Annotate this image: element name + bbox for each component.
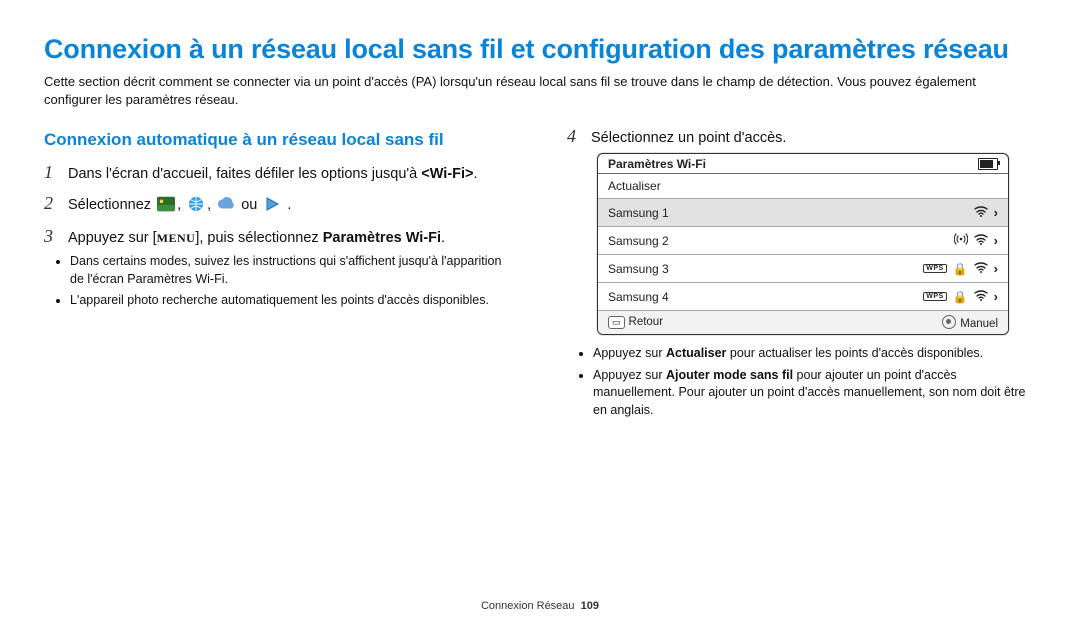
wifi-panel-title: Paramètres Wi-Fi xyxy=(608,157,706,171)
footer-section: Connexion Réseau xyxy=(481,600,575,612)
ok-key-icon xyxy=(942,315,956,329)
list-item: Appuyez sur Ajouter mode sans fil pour a… xyxy=(593,367,1036,420)
wifi-signal-icon xyxy=(974,233,988,248)
step-number: 2 xyxy=(44,193,58,214)
step-1: 1 Dans l'écran d'accueil, faites défiler… xyxy=(44,162,513,183)
wifi-ap-name: Samsung 3 xyxy=(608,262,669,276)
step-2: 2 Sélectionnez , , ou xyxy=(44,193,513,216)
globe-icon xyxy=(187,196,205,216)
play-icon xyxy=(263,196,281,216)
back-key-icon: ▭ xyxy=(608,316,625,329)
step-4: 4 Sélectionnez un point d'accès. Paramèt… xyxy=(567,126,1036,419)
photo-thumbnail-icon xyxy=(157,196,175,216)
footer-page-number: 109 xyxy=(581,600,599,612)
wps-badge: WPS xyxy=(923,264,946,273)
step-number: 1 xyxy=(44,162,58,183)
wifi-signal-icon xyxy=(974,289,988,304)
step-1-text: Dans l'écran d'accueil, faites défiler l… xyxy=(68,166,478,182)
wifi-signal-icon xyxy=(974,261,988,276)
manual-page: Connexion à un réseau local sans fil et … xyxy=(0,0,1080,630)
lock-icon: 🔒 xyxy=(953,290,968,304)
chevron-right-icon: › xyxy=(994,261,998,276)
right-column: 4 Sélectionnez un point d'accès. Paramèt… xyxy=(567,126,1036,429)
section-heading: Connexion automatique à un réseau local … xyxy=(44,130,513,150)
step-3-bullets: Dans certains modes, suivez les instruct… xyxy=(70,253,513,310)
step-number: 3 xyxy=(44,226,58,247)
two-column-layout: Connexion automatique à un réseau local … xyxy=(44,126,1036,429)
chevron-right-icon: › xyxy=(994,233,998,248)
wifi-ap-row[interactable]: Samsung 1 › xyxy=(598,199,1008,227)
step-3-text: Appuyez sur [MENU], puis sélectionnez Pa… xyxy=(68,230,445,246)
wifi-ap-row[interactable]: Samsung 4 WPS 🔒 › xyxy=(598,283,1008,311)
wifi-settings-panel: Paramètres Wi-Fi Actualiser Samsung 1 › xyxy=(597,153,1009,335)
left-column: Connexion automatique à un réseau local … xyxy=(44,126,513,429)
wps-badge: WPS xyxy=(923,292,946,301)
wifi-signal-icon xyxy=(974,205,988,220)
lock-icon: 🔒 xyxy=(953,262,968,276)
chevron-right-icon: › xyxy=(994,205,998,220)
list-item: Appuyez sur Actualiser pour actualiser l… xyxy=(593,345,1036,363)
list-item: L'appareil photo recherche automatiqueme… xyxy=(70,292,513,310)
wifi-ap-row[interactable]: Samsung 2 › xyxy=(598,227,1008,255)
back-button[interactable]: ▭Retour xyxy=(608,316,663,329)
adhoc-icon xyxy=(954,233,968,248)
page-title: Connexion à un réseau local sans fil et … xyxy=(44,34,1036,65)
manual-button[interactable]: Manuel xyxy=(942,315,998,330)
wifi-ap-name: Samsung 2 xyxy=(608,234,669,248)
intro-paragraph: Cette section décrit comment se connecte… xyxy=(44,73,1036,108)
wifi-refresh-row[interactable]: Actualiser xyxy=(598,174,1008,199)
list-item: Dans certains modes, suivez les instruct… xyxy=(70,253,513,288)
chevron-right-icon: › xyxy=(994,289,998,304)
cloud-icon xyxy=(217,196,235,216)
wifi-ap-row[interactable]: Samsung 3 WPS 🔒 › xyxy=(598,255,1008,283)
step-4-text: Sélectionnez un point d'accès. xyxy=(591,130,786,146)
step-2-text: Sélectionnez , , ou xyxy=(68,196,291,216)
menu-button-label: MENU xyxy=(157,231,196,245)
wifi-ap-name: Samsung 4 xyxy=(608,290,669,304)
step-4-bullets: Appuyez sur Actualiser pour actualiser l… xyxy=(593,345,1036,419)
step-number: 4 xyxy=(567,126,581,147)
wifi-panel-header: Paramètres Wi-Fi xyxy=(598,154,1008,174)
page-footer: Connexion Réseau 109 xyxy=(0,600,1080,612)
wifi-panel-footer: ▭Retour Manuel xyxy=(598,311,1008,334)
wifi-ap-name: Samsung 1 xyxy=(608,206,669,220)
battery-icon xyxy=(978,158,998,170)
step-3: 3 Appuyez sur [MENU], puis sélectionnez … xyxy=(44,226,513,310)
